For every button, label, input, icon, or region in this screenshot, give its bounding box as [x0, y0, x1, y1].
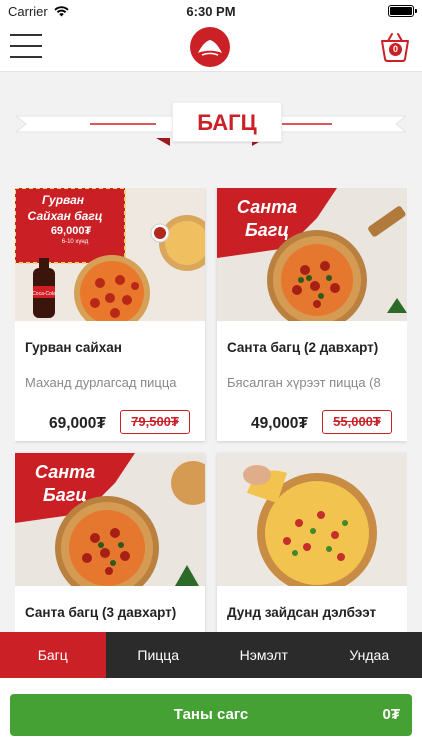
- view-cart-button[interactable]: Таны сагс 0₮: [10, 694, 412, 736]
- tab-drinks[interactable]: Ундаа: [317, 632, 422, 678]
- product-old-price: 55,000₮: [322, 410, 392, 434]
- product-name: Санта багц (2 давхарт): [227, 340, 379, 355]
- tab-extras[interactable]: Нэмэлт: [211, 632, 317, 678]
- product-card[interactable]: Санта Багц Санта багц (3 давхарт): [15, 453, 205, 632]
- promo-line2: Багц: [43, 485, 87, 505]
- promo-line1: Гурван: [42, 193, 85, 207]
- checkout-label: Таны сагс: [173, 706, 249, 723]
- promo-line2: Багц: [245, 220, 289, 240]
- product-price: 69,000₮: [49, 415, 106, 432]
- product-old-price: 79,500₮: [120, 410, 190, 434]
- wifi-icon: [54, 5, 69, 16]
- product-card[interactable]: Санта Багц Санта багц (2 давхарт) Бясалг…: [217, 188, 407, 441]
- promo-line2: Сайхан багц: [28, 209, 103, 223]
- promo-badge: 69,000₮: [51, 225, 92, 237]
- product-image: Гурван Сайхан багц 69,000₮ 6-10 хүнд Coc…: [15, 188, 205, 321]
- checkout-total: 0₮: [382, 706, 400, 723]
- bottle-label: Coca-Cola: [32, 291, 56, 297]
- battery-icon: [388, 5, 417, 17]
- promo-line1: Санта: [35, 462, 95, 482]
- product-image: Санта Багц: [217, 188, 407, 321]
- product-description: Бясалган хүрээт пицца (8: [227, 375, 381, 390]
- app-header: 0: [0, 22, 422, 72]
- cart-button[interactable]: 0: [378, 30, 412, 64]
- status-bar: Carrier 6:30 PM: [0, 0, 422, 22]
- section-title: БАГЦ: [172, 102, 282, 142]
- cart-count-badge: 0: [389, 43, 402, 56]
- hamburger-menu-icon[interactable]: [10, 34, 42, 58]
- tab-bundle[interactable]: Багц: [0, 632, 106, 678]
- product-description: Маханд дурлагсад пицца: [25, 375, 177, 390]
- product-card[interactable]: Гурван Сайхан багц 69,000₮ 6-10 хүнд Coc…: [15, 188, 205, 441]
- product-name: Санта багц (3 давхарт): [25, 605, 177, 620]
- promo-badge-sub: 6-10 хүнд: [62, 239, 89, 245]
- product-grid: Гурван Сайхан багц 69,000₮ 6-10 хүнд Coc…: [15, 188, 407, 632]
- product-image: [217, 453, 407, 586]
- checkout-bar: Таны сагс 0₮: [0, 678, 422, 750]
- status-left: Carrier: [8, 4, 69, 19]
- section-banner: БАГЦ: [14, 100, 408, 148]
- product-card[interactable]: Дунд зайдсан дэлбээт: [217, 453, 407, 632]
- carrier-label: Carrier: [8, 3, 48, 19]
- product-price: 49,000₮: [251, 415, 308, 432]
- promo-line1: Санта: [237, 197, 297, 217]
- product-name: Дунд зайдсан дэлбээт: [227, 605, 377, 620]
- product-image: Санта Багц: [15, 453, 205, 586]
- tab-pizza[interactable]: Пицца: [106, 632, 212, 678]
- pizza-hut-logo[interactable]: [190, 27, 230, 67]
- product-name: Гурван сайхан: [25, 340, 122, 355]
- category-tab-bar: Багц Пицца Нэмэлт Ундаа: [0, 632, 422, 678]
- roof-logo-icon: [198, 40, 222, 56]
